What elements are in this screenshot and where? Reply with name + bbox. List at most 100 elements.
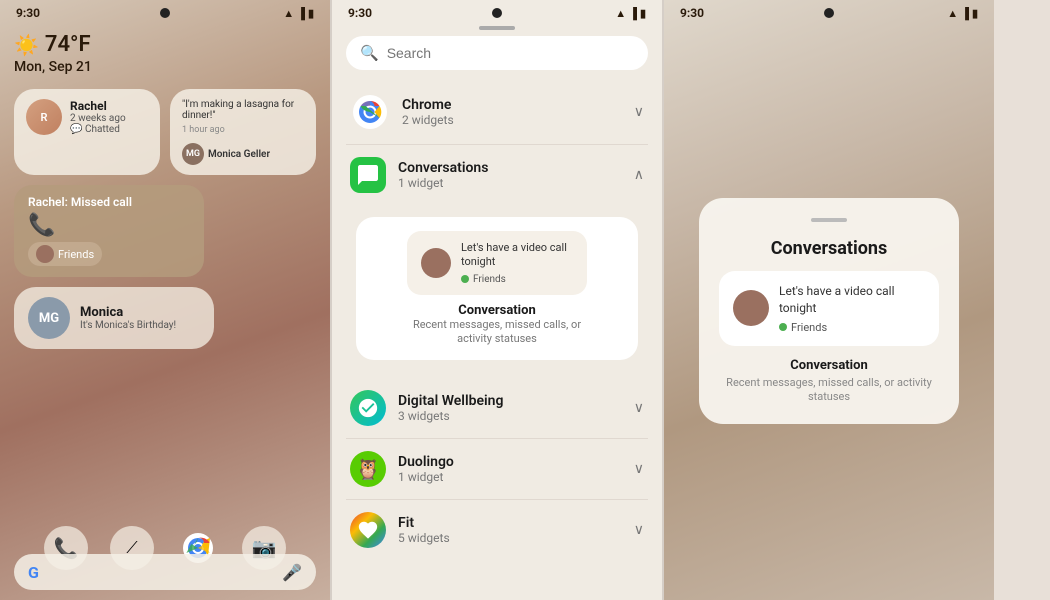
scroll-handle [479,26,515,30]
preview-badge: Friends [461,274,573,285]
search-bar[interactable]: 🔍 [346,36,648,70]
detail-content: Conversations Let's have a video call to… [664,22,994,600]
preview-desc: Recent messages, missed calls, or activi… [397,318,597,347]
detail-avatar [733,290,769,326]
time-detail: 9:30 [680,6,704,20]
fit-info: Fit 5 widgets [398,515,450,545]
status-bar-home: 9:30 ▲ ▐ ▮ [0,0,330,22]
monica-mini-avatar: MG [182,143,204,165]
chrome-icon [350,92,390,132]
detail-label: Conversation [719,358,939,373]
chrome-app-row[interactable]: Chrome 2 widgets ∨ [346,80,648,145]
picker-content: 🔍 [332,22,662,600]
friends-label: Friends [58,248,94,261]
dw-chevron: ∨ [634,400,644,416]
fit-name: Fit [398,515,450,531]
dw-app-left: Digital Wellbeing 3 widgets [350,390,503,426]
friends-badge: Friends [28,242,102,266]
missed-call-widget[interactable]: Rachel: Missed call 📞 Friends [14,185,204,277]
conversations-app-row[interactable]: Conversations 1 widget ∧ [346,145,648,205]
signal-icon-d: ▐ [961,7,969,20]
rachel-avatar: R [26,99,62,135]
duolingo-icon: 🦉 [350,451,386,487]
duolingo-count: 1 widget [398,470,454,484]
google-search-bar[interactable]: G 🎤 [14,554,316,590]
battery-icon-d: ▮ [972,7,978,20]
detail-online-dot [779,323,787,331]
monica-card[interactable]: MG Monica It's Monica's Birthday! [14,287,214,349]
preview-bubble-text: Let's have a video call tonight [461,241,573,270]
rachel-action: 💬 Chatted [70,124,126,135]
message-time: 1 hour ago [182,125,225,135]
message-text: "I'm making a lasagna for dinner!" [182,99,302,121]
detail-bubble-content: Let's have a video call tonight Friends [779,283,925,334]
monica-birthday: It's Monica's Birthday! [80,320,176,331]
time-home: 9:30 [16,6,40,20]
phone-icon: 📞 [28,213,190,238]
preview-avatar [421,248,451,278]
owl-emoji: 🦉 [356,457,381,481]
weather-widget[interactable]: ☀️ 74°F Mon, Sep 21 [14,32,316,75]
missed-call-label: Rachel: Missed call [28,195,190,209]
friends-avatar-small [36,245,54,263]
conversations-info: Conversations 1 widget [398,160,488,190]
wifi-icon-d: ▲ [947,7,958,20]
scroll-hint [332,22,662,36]
microphone-icon[interactable]: 🎤 [282,563,302,582]
duolingo-chevron: ∨ [634,461,644,477]
message-card[interactable]: "I'm making a lasagna for dinner!" 1 hou… [170,89,316,175]
time-picker: 9:30 [348,6,372,20]
dw-name: Digital Wellbeing [398,393,503,409]
picker-scroll[interactable]: 🔍 [332,36,662,600]
home-content: ☀️ 74°F Mon, Sep 21 R Rachel 2 weeks ago… [0,22,330,600]
detail-desc: Recent messages, missed calls, or activi… [719,376,939,405]
fit-app-row[interactable]: Fit 5 widgets ∨ [346,500,648,560]
phone-picker: 9:30 ▲ ▐ ▮ 🔍 [332,0,662,600]
detail-preview-bubble[interactable]: Let's have a video call tonight Friends [719,271,939,346]
rachel-card[interactable]: R Rachel 2 weeks ago 💬 Chatted [14,89,160,175]
status-bar-picker: 9:30 ▲ ▐ ▮ [332,0,662,22]
rachel-sub: 2 weeks ago [70,113,126,124]
sun-icon: ☀️ [14,33,39,57]
detail-card[interactable]: Conversations Let's have a video call to… [699,198,959,424]
conversations-count: 1 widget [398,176,488,190]
preview-title: Conversation [397,303,597,318]
signal-icon-p: ▐ [629,7,637,20]
preview-badge-label: Friends [473,274,506,285]
dw-count: 3 widgets [398,409,503,423]
chrome-chevron: ∨ [634,104,644,120]
temperature-row: ☀️ 74°F [14,32,316,57]
preview-bubble-content: Let's have a video call tonight Friends [461,241,573,285]
search-input[interactable] [387,45,634,61]
wifi-icon: ▲ [283,7,294,20]
phone-detail: 9:30 ▲ ▐ ▮ Conversations Let's have a vi… [664,0,994,600]
preview-bubble: Let's have a video call tonight Friends [407,231,587,295]
search-icon: 🔍 [360,44,379,62]
dw-app-row[interactable]: Digital Wellbeing 3 widgets ∨ [346,378,648,439]
chrome-count: 2 widgets [402,113,454,127]
conversations-icon [350,157,386,193]
rachel-info: Rachel 2 weeks ago 💬 Chatted [70,99,126,135]
monica-info: Monica It's Monica's Birthday! [80,305,176,331]
detail-badge-label: Friends [791,321,827,334]
duolingo-name: Duolingo [398,454,454,470]
duolingo-app-left: 🦉 Duolingo 1 widget [350,451,454,487]
fit-count: 5 widgets [398,531,450,545]
camera-dot-home [160,8,170,18]
camera-dot-picker [492,8,502,18]
camera-dot-detail [824,8,834,18]
duolingo-info: Duolingo 1 widget [398,454,454,484]
conversation-cards: R Rachel 2 weeks ago 💬 Chatted "I'm maki… [14,89,316,175]
chrome-name: Chrome [402,97,454,113]
wifi-icon-p: ▲ [615,7,626,20]
chrome-app-left: Chrome 2 widgets [350,92,454,132]
conversations-name: Conversations [398,160,488,176]
fit-icon [350,512,386,548]
rachel-name: Rachel [70,99,126,113]
google-g: G [28,563,39,582]
widget-preview-card[interactable]: Let's have a video call tonight Friends … [356,217,638,360]
chrome-info: Chrome 2 widgets [402,97,454,127]
duolingo-app-row[interactable]: 🦉 Duolingo 1 widget ∨ [346,439,648,500]
detail-badge: Friends [779,321,925,334]
mg-avatar: MG [28,297,70,339]
